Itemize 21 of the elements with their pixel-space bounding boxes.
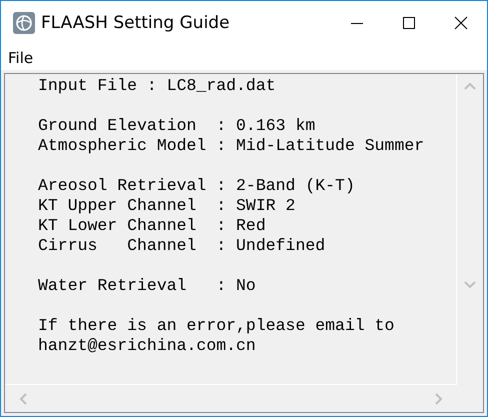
scroll-down-icon[interactable]: [464, 281, 476, 289]
text-line: hanzt@esrichina.com.cn: [38, 336, 256, 356]
text-line: Water Retrieval : No: [38, 276, 256, 296]
text-line: KT Lower Channel : Red: [38, 216, 266, 236]
globe-icon: [13, 12, 35, 34]
text-line: Areosol Retrieval : 2-Band (K-T): [38, 176, 355, 196]
text-area[interactable]: [4, 73, 484, 413]
text-line: If there is an error,please email to: [38, 316, 394, 336]
close-icon: [454, 16, 468, 30]
minimize-icon: [350, 22, 364, 24]
menu-item[interactable]: File: [8, 48, 34, 66]
text-line: Cirrus Channel : Undefined: [38, 236, 326, 256]
text-line: Input File : LC8_rad.dat: [38, 76, 276, 96]
scroll-right-icon[interactable]: [435, 392, 443, 404]
text-line: Atmospheric Model : Mid-Latitude Summer: [38, 136, 424, 156]
text-line: KT Upper Channel : SWIR 2: [38, 196, 296, 216]
maximize-icon: [402, 16, 416, 30]
scroll-up-icon[interactable]: [464, 82, 476, 90]
window-title: FLAASH Setting Guide: [41, 13, 230, 33]
text-line: Ground Elevation : 0.163 km: [38, 116, 316, 136]
scroll-left-icon[interactable]: [19, 392, 27, 404]
